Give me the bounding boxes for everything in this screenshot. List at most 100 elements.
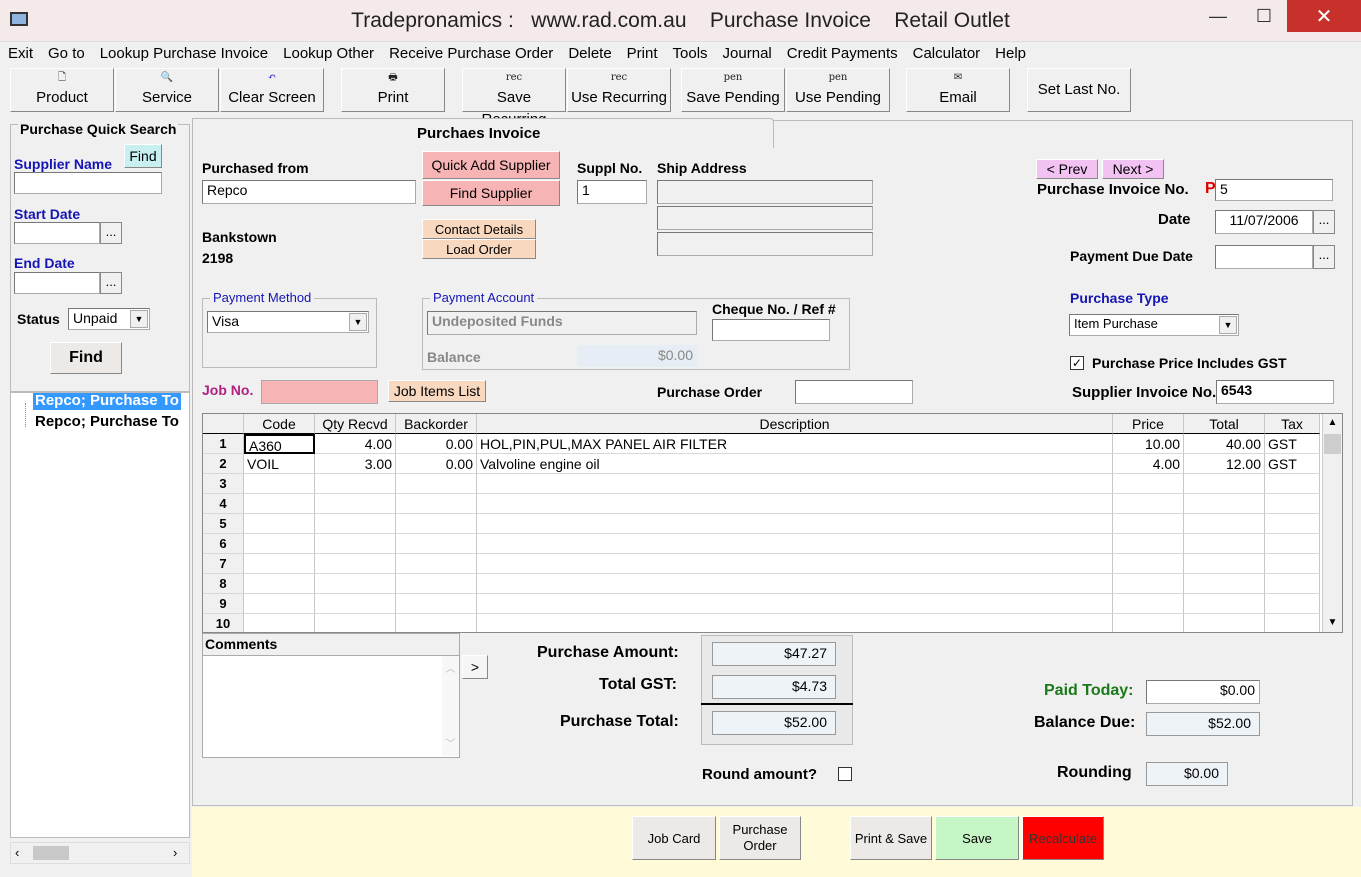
total-cell[interactable] [1184, 614, 1265, 632]
horizontal-scrollbar[interactable]: ‹ › [10, 842, 190, 864]
code-cell[interactable] [244, 474, 315, 494]
tax-cell[interactable]: GST [1265, 434, 1320, 454]
job-card-button[interactable]: Job Card [632, 816, 716, 860]
prev-button[interactable]: < Prev [1036, 159, 1098, 179]
menu-lookup-other[interactable]: Lookup Other [275, 42, 381, 62]
description-cell[interactable] [477, 534, 1113, 554]
qty-recvd-cell[interactable] [315, 594, 396, 614]
code-header[interactable]: Code [244, 414, 315, 434]
payment-due-picker-button[interactable]: ... [1313, 245, 1335, 269]
qty-recvd-cell[interactable]: 3.00 [315, 454, 396, 474]
description-cell[interactable] [477, 614, 1113, 632]
scroll-thumb[interactable] [33, 846, 69, 860]
qty-recvd-cell[interactable]: 4.00 [315, 434, 396, 454]
menu-delete[interactable]: Delete [560, 42, 618, 62]
end-date-input[interactable] [14, 272, 100, 294]
code-cell[interactable] [244, 534, 315, 554]
purchased-from-input[interactable]: Repco [202, 180, 416, 204]
end-date-picker-button[interactable]: ... [100, 272, 122, 294]
menu-print[interactable]: Print [619, 42, 665, 62]
status-select[interactable]: Unpaid ▼ [68, 308, 150, 330]
menu-exit[interactable]: Exit [0, 42, 40, 62]
description-cell[interactable] [477, 594, 1113, 614]
payment-account-input[interactable]: Undeposited Funds [427, 311, 697, 335]
tax-cell[interactable] [1265, 614, 1320, 632]
total-cell[interactable] [1184, 494, 1265, 514]
menu-help[interactable]: Help [987, 42, 1033, 62]
description-header[interactable]: Description [477, 414, 1113, 434]
scroll-right-icon[interactable]: › [173, 845, 177, 860]
description-cell[interactable] [477, 514, 1113, 534]
qty-recvd-cell[interactable] [315, 474, 396, 494]
code-cell[interactable] [244, 494, 315, 514]
menu-tools[interactable]: Tools [665, 42, 715, 62]
tax-cell[interactable] [1265, 534, 1320, 554]
next-button[interactable]: Next > [1102, 159, 1164, 179]
ship-address-line-1[interactable] [657, 180, 873, 204]
description-cell[interactable] [477, 474, 1113, 494]
invoice-no-input[interactable]: 5 [1215, 179, 1333, 201]
code-cell[interactable]: VOIL [244, 454, 315, 474]
price-cell[interactable]: 10.00 [1113, 434, 1184, 454]
chevron-down-icon[interactable]: ▼ [130, 310, 148, 328]
price-cell[interactable]: 4.00 [1113, 454, 1184, 474]
paid-today-input[interactable]: $0.00 [1146, 680, 1260, 704]
backorder-cell[interactable] [396, 474, 477, 494]
price-header[interactable]: Price [1113, 414, 1184, 434]
total-cell[interactable] [1184, 574, 1265, 594]
chevron-down-icon[interactable]: ▼ [1219, 316, 1237, 334]
price-cell[interactable] [1113, 614, 1184, 632]
tax-cell[interactable] [1265, 594, 1320, 614]
chevron-down-icon[interactable]: ▼ [349, 313, 367, 331]
price-cell[interactable] [1113, 534, 1184, 554]
result-item-2[interactable]: Repco; Purchase To [35, 413, 179, 430]
tax-cell[interactable] [1265, 574, 1320, 594]
total-cell[interactable]: 40.00 [1184, 434, 1265, 454]
price-cell[interactable] [1113, 494, 1184, 514]
code-cell[interactable] [244, 614, 315, 632]
purchase-order-input[interactable] [795, 380, 913, 404]
ship-address-line-3[interactable] [657, 232, 873, 256]
scroll-left-icon[interactable]: ‹ [15, 845, 19, 860]
date-picker-button[interactable]: ... [1313, 210, 1335, 234]
price-cell[interactable] [1113, 574, 1184, 594]
tax-cell[interactable] [1265, 474, 1320, 494]
tax-cell[interactable] [1265, 514, 1320, 534]
grid-scrollbar[interactable]: ▲ ▼ [1322, 414, 1342, 632]
backorder-cell[interactable] [396, 494, 477, 514]
backorder-cell[interactable] [396, 514, 477, 534]
round-amount-checkbox[interactable] [838, 767, 852, 781]
price-cell[interactable] [1113, 474, 1184, 494]
code-cell[interactable] [244, 514, 315, 534]
qty-recvd-cell[interactable] [315, 554, 396, 574]
qty-recvd-cell[interactable] [315, 534, 396, 554]
total-cell[interactable] [1184, 514, 1265, 534]
menu-lookup-purchase-invoice[interactable]: Lookup Purchase Invoice [92, 42, 275, 62]
backorder-cell[interactable]: 0.00 [396, 434, 477, 454]
menu-receive-purchase-order[interactable]: Receive Purchase Order [381, 42, 560, 62]
code-cell[interactable] [244, 574, 315, 594]
print-button[interactable]: 🖶 Print [341, 68, 445, 112]
backorder-cell[interactable]: 0.00 [396, 454, 477, 474]
save-button[interactable]: Save [935, 816, 1019, 860]
price-cell[interactable] [1113, 594, 1184, 614]
backorder-cell[interactable] [396, 614, 477, 632]
code-cell[interactable] [244, 594, 315, 614]
email-button[interactable]: ✉ Email [906, 68, 1010, 112]
qty-recvd-cell[interactable] [315, 574, 396, 594]
comments-scrollbar[interactable]: ︿ ﹀ [442, 656, 459, 756]
backorder-cell[interactable] [396, 574, 477, 594]
menu-goto[interactable]: Go to [40, 42, 92, 62]
total-cell[interactable] [1184, 474, 1265, 494]
qty-recvd-header[interactable]: Qty Recvd [315, 414, 396, 434]
recalculate-button[interactable]: Recalculate [1022, 816, 1104, 860]
job-items-list-button[interactable]: Job Items List [388, 380, 486, 402]
start-date-input[interactable] [14, 222, 100, 244]
qty-recvd-cell[interactable] [315, 494, 396, 514]
purchase-type-select[interactable]: Item Purchase ▼ [1069, 314, 1239, 336]
expand-comments-button[interactable]: > [462, 655, 488, 679]
qty-recvd-cell[interactable] [315, 514, 396, 534]
cheque-input[interactable] [712, 319, 830, 341]
total-cell[interactable] [1184, 594, 1265, 614]
code-cell[interactable] [244, 554, 315, 574]
